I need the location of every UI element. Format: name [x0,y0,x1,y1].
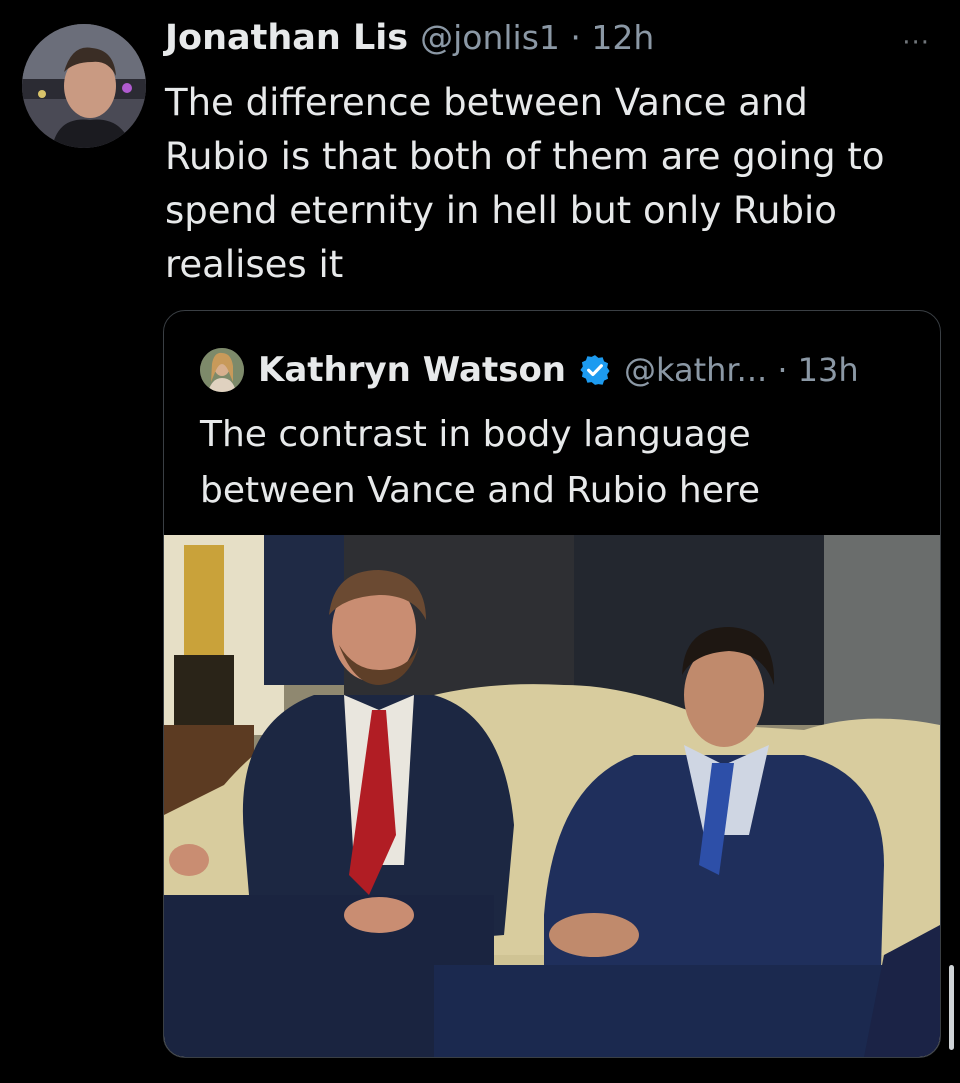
quoted-tweet-header: Kathryn Watson @kathr... · 13h [200,341,859,399]
author-avatar[interactable] [22,24,146,148]
quoted-tweet-photo[interactable] [164,535,940,1057]
quoted-author-avatar-photo [200,348,244,392]
quoted-tweet-text: The contrast in body language between Va… [200,414,761,511]
quoted-author-avatar[interactable] [200,348,244,392]
more-options-icon[interactable]: ··· [902,28,930,58]
author-avatar-photo [22,24,146,148]
photo-two-men-on-sofa [164,535,940,1057]
verified-badge-icon [580,355,610,385]
author-handle-time[interactable]: @jonlis1 · 12h [420,18,654,57]
quoted-author-handle-time[interactable]: @kathr... · 13h [624,351,859,389]
quoted-author-name[interactable]: Kathryn Watson [258,350,566,390]
tweet-header: Jonathan Lis @jonlis1 · 12h ··· [165,18,930,68]
scrollbar[interactable] [949,965,954,1050]
tweet-text: The difference between Vance and Rubio i… [165,81,885,286]
author-name[interactable]: Jonathan Lis [165,18,408,58]
quoted-tweet-card[interactable]: Kathryn Watson @kathr... · 13h The contr… [163,310,941,1058]
